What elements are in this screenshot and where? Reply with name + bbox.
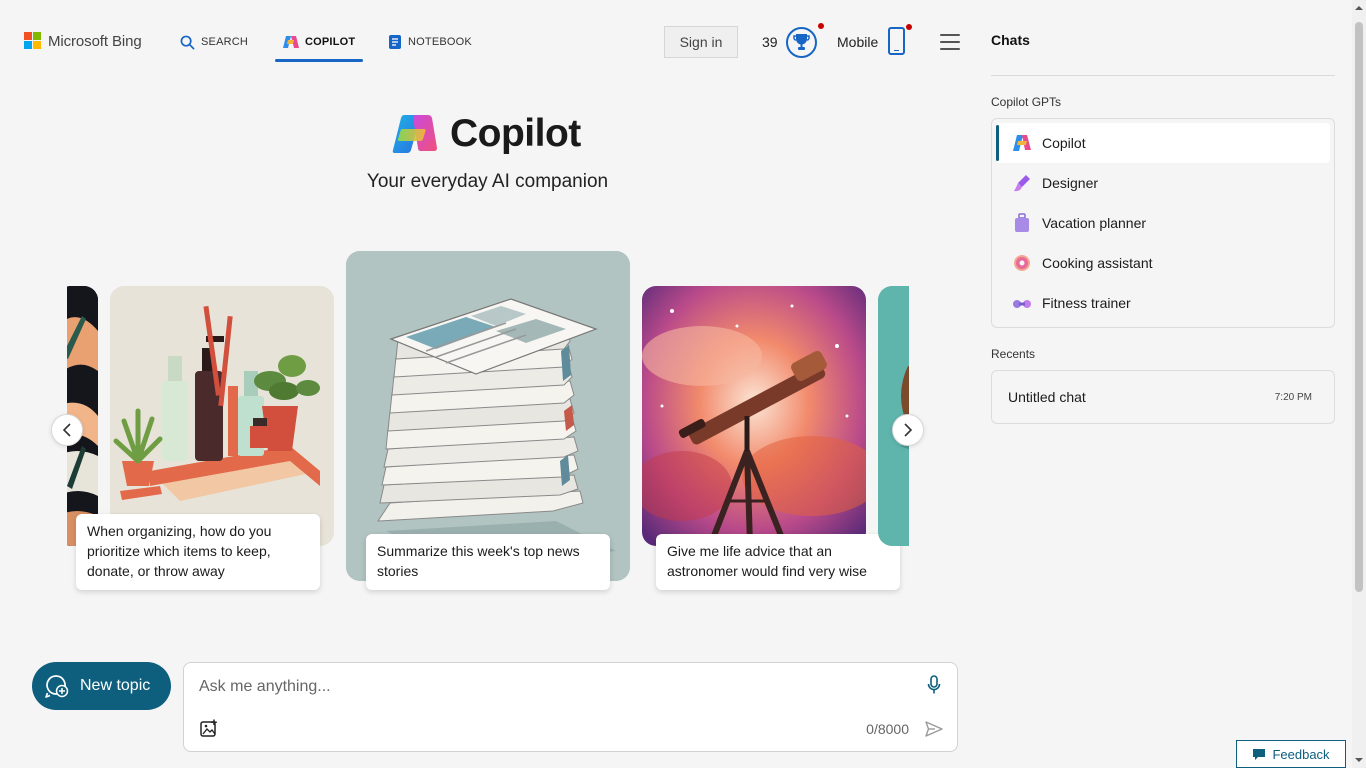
feedback-label: Feedback xyxy=(1272,746,1330,762)
image-upload-icon[interactable] xyxy=(200,719,218,737)
char-counter: 0/8000 xyxy=(866,721,909,737)
gpt-item-label: Designer xyxy=(1042,175,1099,191)
recent-chat-title: Untitled chat xyxy=(1008,389,1086,405)
feedback-icon xyxy=(1253,748,1266,760)
chat-input-box: 0/8000 xyxy=(183,662,958,752)
tab-copilot[interactable]: COPILOT xyxy=(274,22,364,62)
hero-title: Copilot xyxy=(450,112,581,155)
carousel-next-button[interactable] xyxy=(892,414,924,446)
gpt-item-designer[interactable]: Designer xyxy=(996,163,1330,203)
toiletries-and-plants-illustration xyxy=(110,286,334,546)
notebook-icon xyxy=(389,35,401,49)
tab-notebook-label: NOTEBOOK xyxy=(408,36,472,48)
gpt-item-cooking-assistant[interactable]: Cooking assistant xyxy=(996,243,1330,283)
sign-in-button[interactable]: Sign in xyxy=(664,26,738,58)
chevron-right-icon xyxy=(904,423,913,437)
rewards-notification-dot xyxy=(818,23,824,29)
copilot-icon xyxy=(1013,135,1031,151)
scroll-down-icon[interactable] xyxy=(1354,755,1364,765)
gpt-list: Copilot Designer Vacation planner Cookin… xyxy=(991,118,1335,328)
gpt-item-label: Fitness trainer xyxy=(1042,295,1131,311)
scroll-up-icon[interactable] xyxy=(1354,3,1364,13)
tab-copilot-label: COPILOT xyxy=(305,36,356,48)
ask-input[interactable] xyxy=(199,675,899,699)
mobile-notification-dot xyxy=(906,24,912,30)
new-topic-button[interactable]: New topic xyxy=(32,662,171,710)
recents-label: Recents xyxy=(991,347,1036,361)
bing-logo[interactable]: Microsoft Bing xyxy=(24,32,142,50)
gpt-item-vacation-planner[interactable]: Vacation planner xyxy=(996,203,1330,243)
newspaper-stack-illustration xyxy=(346,251,630,581)
new-chat-icon xyxy=(45,675,69,698)
tab-search-label: SEARCH xyxy=(201,36,249,48)
page-scrollbar[interactable] xyxy=(1352,0,1366,768)
copilot-icon xyxy=(283,36,299,48)
microsoft-logo-icon xyxy=(24,32,42,50)
copilot-logo-icon xyxy=(392,115,437,153)
brand-name: Microsoft Bing xyxy=(48,32,142,50)
rewards-points[interactable]: 39 xyxy=(762,34,778,50)
suggestion-carousel: When organizing, how do you prioritize w… xyxy=(67,240,909,600)
mobile-phone-icon[interactable] xyxy=(888,27,905,55)
tab-notebook[interactable]: NOTEBOOK xyxy=(388,22,472,62)
gpt-item-copilot[interactable]: Copilot xyxy=(996,123,1330,163)
rewards-trophy-icon[interactable] xyxy=(786,27,817,58)
hero-tagline: Your everyday AI companion xyxy=(366,171,609,192)
copilot-gpts-label: Copilot GPTs xyxy=(991,95,1062,109)
scrollbar-thumb[interactable] xyxy=(1355,22,1363,592)
telescope-nebula-illustration xyxy=(642,286,866,546)
sidebar-divider xyxy=(991,75,1335,76)
copilot-hero: Copilot xyxy=(392,112,581,156)
card-prompt-toiletries[interactable]: When organizing, how do you prioritize w… xyxy=(76,514,320,590)
chats-sidebar: Chats Copilot GPTs Copilot Designer Vaca… xyxy=(975,0,1352,768)
recent-chat-item[interactable]: Untitled chat 7:20 PM xyxy=(991,370,1335,424)
gpt-item-label: Vacation planner xyxy=(1042,215,1147,231)
designer-icon xyxy=(1014,175,1030,192)
mobile-label[interactable]: Mobile xyxy=(837,34,878,50)
recent-chat-time: 7:20 PM xyxy=(1274,392,1312,403)
suitcase-icon xyxy=(1015,213,1029,232)
microphone-icon[interactable] xyxy=(927,675,941,695)
card-telescope[interactable] xyxy=(642,286,866,546)
gpt-item-label: Copilot xyxy=(1042,135,1086,151)
card-prompt-astronomer[interactable]: Give me life advice that an astronomer w… xyxy=(656,534,900,590)
gpt-item-label: Cooking assistant xyxy=(1042,255,1153,271)
card-newspapers[interactable] xyxy=(346,251,630,581)
tab-search[interactable]: SEARCH xyxy=(180,22,248,62)
chats-title: Chats xyxy=(991,32,1030,48)
card-toiletries[interactable] xyxy=(110,286,334,546)
chevron-left-icon xyxy=(62,423,71,437)
carousel-prev-button[interactable] xyxy=(51,414,83,446)
dumbbell-icon xyxy=(1013,300,1031,308)
send-icon[interactable] xyxy=(925,720,943,738)
donut-icon xyxy=(1014,255,1030,271)
feedback-button[interactable]: Feedback xyxy=(1236,740,1346,768)
search-icon xyxy=(180,35,195,49)
card-prompt-news[interactable]: Summarize this week's top news stories xyxy=(366,534,610,590)
new-topic-label: New topic xyxy=(80,677,151,694)
menu-hamburger-icon[interactable] xyxy=(940,34,960,50)
gpt-item-fitness-trainer[interactable]: Fitness trainer xyxy=(996,283,1330,323)
